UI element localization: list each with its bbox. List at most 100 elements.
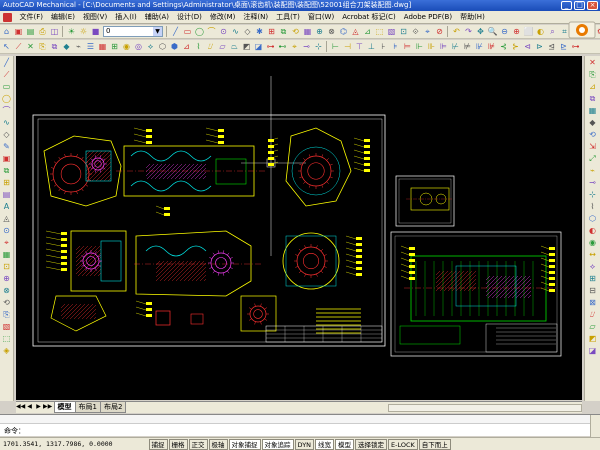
dimension-tool-icon-18[interactable]: ⊴ [546, 41, 557, 52]
status-toggle-0[interactable]: 捕捉 [148, 439, 168, 450]
view-tool-icon-2[interactable]: ✥ [475, 26, 486, 37]
dimension-tool-icon-7[interactable]: ⊩ [414, 41, 425, 52]
view-tool-icon-7[interactable]: ◐ [535, 26, 546, 37]
modify-tool-icon-14[interactable]: ⬢ [169, 41, 180, 52]
draw-tool-icon-2[interactable]: ◯ [194, 26, 205, 37]
dimension-tool-icon-12[interactable]: ⊮ [474, 41, 485, 52]
left-tool-icon-9[interactable]: ⧉ [1, 165, 12, 176]
menu-item-5[interactable]: 设计(D) [173, 11, 206, 24]
draw-tool-icon-17[interactable]: ⬚ [374, 26, 385, 37]
status-toggle-10[interactable]: E-LOCK [388, 439, 418, 450]
dimension-tool-icon-19[interactable]: ⊵ [558, 41, 569, 52]
layer-freeze-icon[interactable]: ☼ [78, 26, 89, 37]
maximize-button[interactable]: □ [574, 1, 585, 10]
modify-tool-icon-23[interactable]: ⊷ [277, 41, 288, 52]
modify-tool-icon-22[interactable]: ⊶ [265, 41, 276, 52]
draw-tool-icon-18[interactable]: ▧ [386, 26, 397, 37]
draw-tool-icon-10[interactable]: ⟲ [290, 26, 301, 37]
left-tool-icon-10[interactable]: ⊞ [1, 177, 12, 188]
left-tool-icon-3[interactable]: ◯ [1, 93, 12, 104]
left-tool-icon-17[interactable]: ⊡ [1, 261, 12, 272]
dimension-tool-icon-9[interactable]: ⊫ [438, 41, 449, 52]
menu-item-3[interactable]: 插入(I) [111, 11, 141, 24]
modify-tool-icon-25[interactable]: ⊸ [301, 41, 312, 52]
app-menu-icon[interactable] [3, 13, 12, 22]
left-tool-icon-14[interactable]: ⊙ [1, 225, 12, 236]
modify-tool-icon-5[interactable]: ◆ [61, 41, 72, 52]
right-tool-icon-15[interactable]: ◉ [587, 237, 598, 248]
menu-item-9[interactable]: 窗口(W) [304, 11, 338, 24]
drawing-canvas[interactable] [16, 56, 582, 400]
left-tool-icon-2[interactable]: ▭ [1, 81, 12, 92]
left-tool-icon-24[interactable]: ◈ [1, 345, 12, 356]
left-tool-icon-19[interactable]: ⊗ [1, 285, 12, 296]
dimension-tool-icon-10[interactable]: ⊬ [450, 41, 461, 52]
view-tool-icon-8[interactable]: ⌕ [547, 26, 558, 37]
draw-tool-icon-16[interactable]: ⊿ [362, 26, 373, 37]
status-toggle-6[interactable]: DYN [294, 439, 315, 450]
left-tool-icon-16[interactable]: ▦ [1, 249, 12, 260]
command-line[interactable]: 命令： [0, 414, 600, 437]
right-tool-icon-8[interactable]: ⤢ [587, 153, 598, 164]
plot-preview-icon[interactable]: ◫ [49, 26, 60, 37]
draw-tool-icon-7[interactable]: ✱ [254, 26, 265, 37]
draw-tool-icon-11[interactable]: ▦ [302, 26, 313, 37]
status-toggle-11[interactable]: 自下而上 [418, 439, 451, 450]
right-tool-icon-22[interactable]: ⏥ [587, 321, 598, 332]
horizontal-scrollbar[interactable] [388, 404, 582, 412]
left-tool-icon-6[interactable]: ◇ [1, 129, 12, 140]
view-tool-icon-0[interactable]: ↶ [451, 26, 462, 37]
draw-tool-icon-14[interactable]: ⌬ [338, 26, 349, 37]
view-tool-icon-1[interactable]: ↷ [463, 26, 474, 37]
left-tool-icon-8[interactable]: ▣ [1, 153, 12, 164]
tab-layout1[interactable]: 布局1 [74, 402, 102, 413]
view-tool-icon-5[interactable]: ⊕ [511, 26, 522, 37]
left-tool-icon-20[interactable]: ⟲ [1, 297, 12, 308]
dimension-tool-icon-6[interactable]: ⊨ [402, 41, 413, 52]
draw-tool-icon-12[interactable]: ⊕ [314, 26, 325, 37]
modify-tool-icon-26[interactable]: ⊹ [313, 41, 324, 52]
left-tool-icon-7[interactable]: ✎ [1, 141, 12, 152]
status-toggle-4[interactable]: 对象捕捉 [228, 439, 261, 450]
last-tab-icon[interactable]: ▶▶ [43, 402, 52, 412]
right-tool-icon-20[interactable]: ⊠ [587, 297, 598, 308]
right-tool-icon-23[interactable]: ◩ [587, 333, 598, 344]
menu-item-10[interactable]: Acrobat 标记(C) [338, 11, 400, 24]
status-toggle-3[interactable]: 极轴 [208, 439, 228, 450]
left-tool-icon-11[interactable]: ▤ [1, 189, 12, 200]
modify-tool-icon-19[interactable]: ⏢ [229, 41, 240, 52]
open-file-icon[interactable]: ▣ [13, 26, 24, 37]
right-tool-icon-9[interactable]: ⌁ [587, 165, 598, 176]
view-tool-icon-6[interactable]: ⬜ [523, 26, 534, 37]
save-file-icon[interactable]: ▤ [25, 26, 36, 37]
draw-tool-icon-8[interactable]: ⊞ [266, 26, 277, 37]
left-tool-icon-12[interactable]: A [1, 201, 12, 212]
command-scrollbar[interactable] [590, 415, 600, 437]
left-tool-icon-18[interactable]: ⊕ [1, 273, 12, 284]
first-tab-icon[interactable]: ◀◀ [16, 402, 25, 412]
dimension-tool-icon-15[interactable]: ⊱ [510, 41, 521, 52]
right-tool-icon-6[interactable]: ⟲ [587, 129, 598, 140]
menu-item-12[interactable]: 帮助(H) [456, 11, 489, 24]
right-tool-icon-16[interactable]: ↔ [587, 249, 598, 260]
modify-tool-icon-16[interactable]: ⌇ [193, 41, 204, 52]
menu-item-0[interactable]: 文件(F) [16, 11, 48, 24]
right-tool-icon-1[interactable]: ⎘ [587, 69, 598, 80]
modify-tool-icon-6[interactable]: ⌁ [73, 41, 84, 52]
modify-tool-icon-20[interactable]: ◩ [241, 41, 252, 52]
draw-tool-icon-1[interactable]: ▭ [182, 26, 193, 37]
view-tool-icon-3[interactable]: 🔍 [487, 26, 498, 37]
right-tool-icon-3[interactable]: ⧉ [587, 93, 598, 104]
new-file-icon[interactable]: ⌂ [1, 26, 12, 37]
left-tool-icon-13[interactable]: ◬ [1, 213, 12, 224]
dimension-tool-icon-3[interactable]: ⊥ [366, 41, 377, 52]
left-tool-icon-22[interactable]: ▧ [1, 321, 12, 332]
dimension-tool-icon-14[interactable]: ⊰ [498, 41, 509, 52]
modify-tool-icon-17[interactable]: ⌰ [205, 41, 216, 52]
left-tool-icon-21[interactable]: ⎘ [1, 309, 12, 320]
modify-tool-icon-2[interactable]: ✕ [25, 41, 36, 52]
draw-tool-icon-0[interactable]: ╱ [170, 26, 181, 37]
modify-tool-icon-13[interactable]: ⬡ [157, 41, 168, 52]
dimension-tool-icon-1[interactable]: ⊣ [342, 41, 353, 52]
draw-tool-icon-21[interactable]: ⌖ [422, 26, 433, 37]
